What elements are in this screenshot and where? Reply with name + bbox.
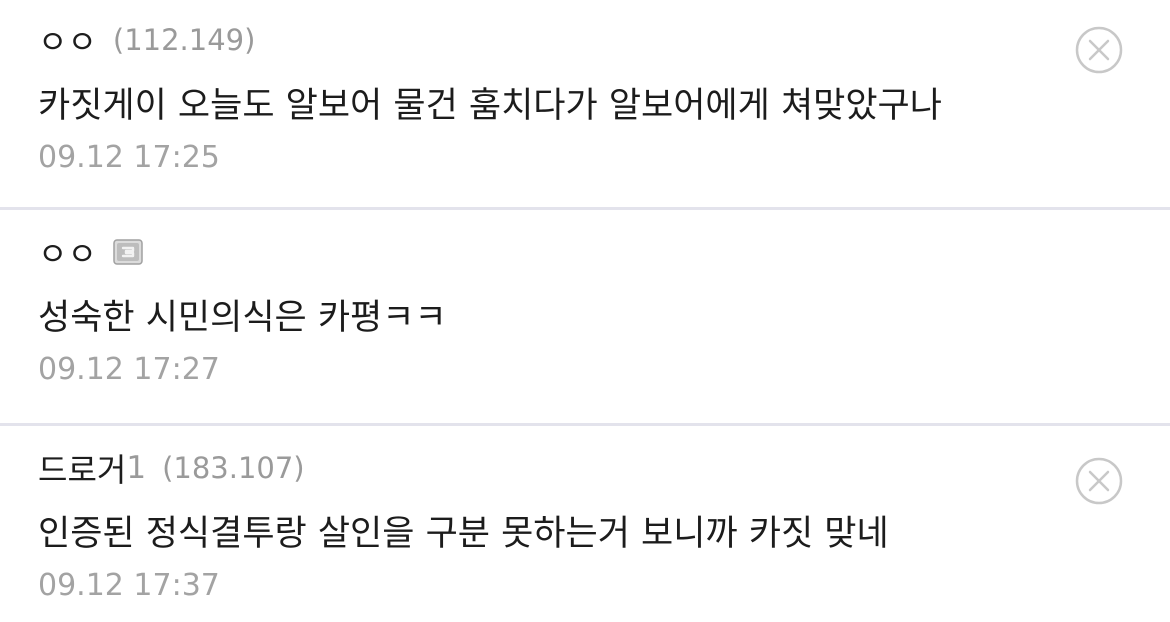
comment-item: ㅇㅇ 성숙한 시민의식은 카평ㅋㅋ 09.12 17:27	[0, 210, 1170, 423]
comment-ip: (183.107)	[162, 451, 305, 485]
comment-nickname-suffix: 1	[126, 450, 147, 486]
delete-comment-button[interactable]	[1074, 456, 1124, 506]
comment-body: 성숙한 시민의식은 카평ㅋㅋ	[38, 298, 447, 338]
comment-list: ㅇㅇ (112.149) 카짓게이 오늘도 알보어 물건 훔치다가 알보어에게 …	[0, 0, 1170, 616]
comment-author-row: 드로거 1 (183.107)	[38, 426, 1060, 491]
comment-author-row: ㅇㅇ	[38, 210, 1060, 275]
comment-body: 인증된 정식결투랑 살인을 구분 못하는거 보니까 카짓 맞네	[38, 514, 889, 554]
comment-timestamp: 09.12 17:27	[38, 352, 220, 387]
comment-nickname[interactable]: ㅇㅇ	[38, 17, 97, 63]
close-circle-icon	[1075, 457, 1123, 505]
comment-ip: (112.149)	[112, 23, 256, 57]
comment-nickname[interactable]: ㅇㅇ	[38, 229, 97, 275]
comment-item: ㅇㅇ (112.149) 카짓게이 오늘도 알보어 물건 훔치다가 알보어에게 …	[0, 0, 1170, 207]
comment-body: 카짓게이 오늘도 알보어 물건 훔치다가 알보어에게 쳐맞았구나	[38, 86, 942, 126]
comment-nickname[interactable]: 드로거	[38, 445, 126, 491]
delete-comment-button[interactable]	[1074, 25, 1124, 75]
comment-timestamp: 09.12 17:25	[38, 140, 220, 175]
comment-item: 드로거 1 (183.107) 인증된 정식결투랑 살인을 구분 못하는거 보니까…	[0, 426, 1170, 622]
gallog-icon[interactable]	[113, 239, 143, 265]
comment-author-row: ㅇㅇ (112.149)	[38, 0, 1060, 63]
close-circle-icon	[1075, 26, 1123, 74]
comment-timestamp: 09.12 17:37	[38, 568, 220, 603]
